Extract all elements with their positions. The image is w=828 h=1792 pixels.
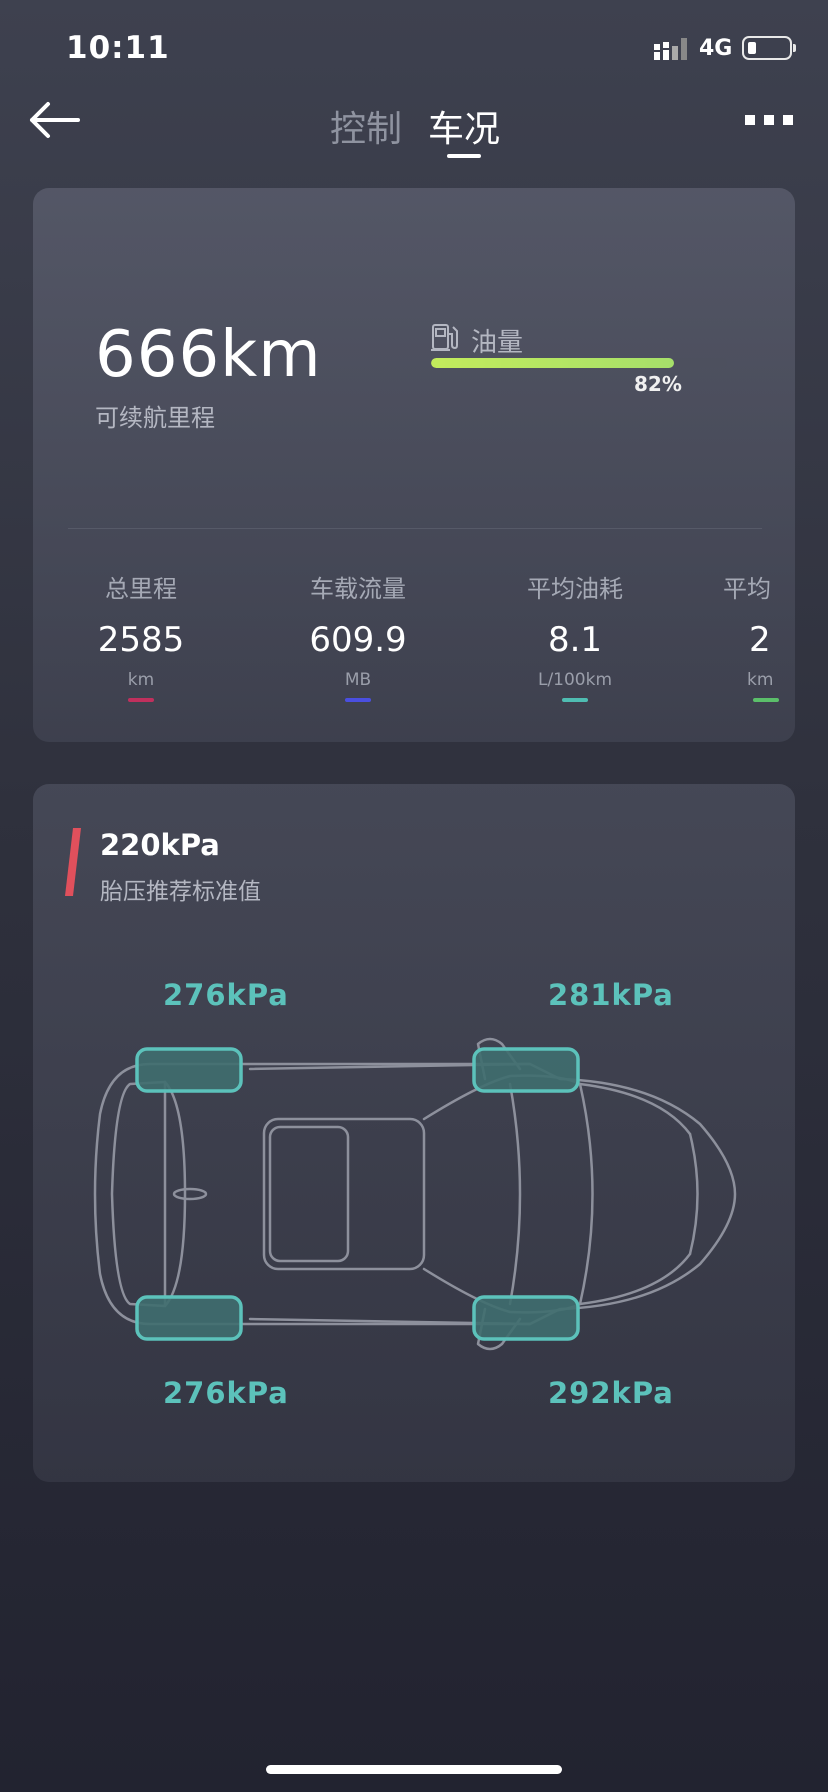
- fuel-level-bar: [431, 358, 727, 368]
- stat-color-bar: [345, 698, 371, 702]
- recommended-pressure-label: 胎压推荐标准值: [100, 879, 261, 905]
- stat-data-usage[interactable]: 车载流量 609.9 MB: [258, 572, 458, 702]
- stat-label: 车载流量: [310, 575, 406, 603]
- network-type: 4G: [699, 36, 733, 61]
- stat-value: 8.1: [547, 620, 603, 660]
- stat-color-bar: [562, 698, 588, 702]
- more-options-icon[interactable]: [745, 115, 793, 125]
- tire-front-left-pressure: 276kPa: [163, 978, 289, 1012]
- active-tab-indicator: [447, 154, 481, 158]
- tab-vehicle-status[interactable]: 车况: [428, 100, 500, 152]
- range-label: 可续航里程: [95, 404, 215, 432]
- fuel-percent: 82%: [634, 372, 682, 396]
- stat-unit: km: [747, 670, 774, 690]
- card-divider: [68, 528, 762, 529]
- stat-label: 平均油耗: [527, 575, 623, 603]
- tire-rear-left-pressure: 276kPa: [163, 1376, 289, 1410]
- stat-value: 2: [749, 620, 771, 660]
- fuel-pump-icon: [431, 324, 458, 351]
- status-time: 10:11: [66, 30, 170, 66]
- fuel-level-fill: [431, 358, 674, 368]
- accent-slash: [65, 828, 81, 896]
- home-indicator[interactable]: [266, 1765, 562, 1774]
- range-value: 666km: [95, 318, 322, 392]
- stat-color-bar: [128, 698, 154, 702]
- tire-rear-right-pressure: 292kPa: [548, 1376, 674, 1410]
- fuel-label: 油量: [471, 328, 524, 358]
- stat-color-bar: [753, 698, 779, 702]
- signal-strength-icon: [654, 38, 687, 60]
- stat-unit: MB: [344, 670, 372, 690]
- stats-row: 总里程 2585 km 车载流量 609.9 MB 平均油耗 8.1 L/100…: [33, 572, 795, 712]
- stat-total-mileage[interactable]: 总里程 2585 km: [41, 572, 241, 702]
- recommended-pressure-value: 220kPa: [100, 828, 220, 862]
- tab-control[interactable]: 控制: [330, 100, 402, 152]
- back-arrow-icon[interactable]: [28, 100, 80, 140]
- battery-icon: [742, 36, 792, 60]
- car-top-view: [93, 1037, 737, 1351]
- battery-tip: [793, 44, 796, 52]
- stat-value: 609.9: [309, 620, 407, 660]
- tire-front-right-pressure: 281kPa: [548, 978, 674, 1012]
- stat-label: 平均: [723, 575, 771, 603]
- stat-avg-fuel[interactable]: 平均油耗 8.1 L/100km: [475, 572, 675, 702]
- stat-avg-speed[interactable]: 平均 2 km: [723, 572, 795, 702]
- stat-value: 2585: [97, 620, 185, 660]
- stat-unit: km: [127, 670, 155, 690]
- stat-unit: L/100km: [537, 670, 613, 690]
- stat-label: 总里程: [105, 575, 177, 603]
